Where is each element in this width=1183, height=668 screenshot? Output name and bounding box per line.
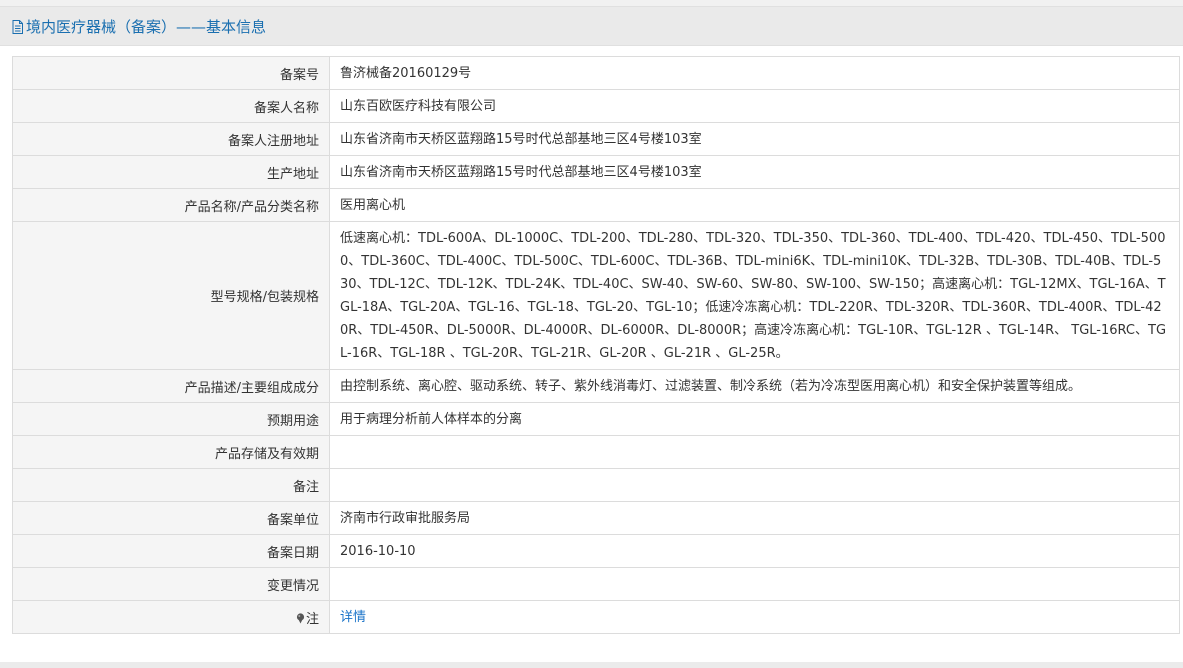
field-value	[329, 468, 1180, 502]
table-row: 变更情况	[12, 567, 1180, 601]
field-value: 2016-10-10	[329, 534, 1180, 568]
field-value: 山东省济南市天桥区蓝翔路15号时代总部基地三区4号楼103室	[329, 155, 1180, 189]
field-label: 备案单位	[12, 501, 330, 535]
table-row: 生产地址 山东省济南市天桥区蓝翔路15号时代总部基地三区4号楼103室	[12, 155, 1180, 189]
field-label: 备案号	[12, 56, 330, 90]
details-link[interactable]: 详情	[340, 610, 366, 625]
note-row: 注 详情	[12, 600, 1180, 634]
field-label: 预期用途	[12, 402, 330, 436]
field-value: 用于病理分析前人体样本的分离	[329, 402, 1180, 436]
field-label: 型号规格/包装规格	[12, 221, 330, 370]
field-label: 备案人名称	[12, 89, 330, 123]
table-row: 预期用途 用于病理分析前人体样本的分离	[12, 402, 1180, 436]
table-row: 备案日期 2016-10-10	[12, 534, 1180, 568]
field-label: 备注	[12, 468, 330, 502]
table-row: 备案人名称 山东百欧医疗科技有限公司	[12, 89, 1180, 123]
field-label: 备案人注册地址	[12, 122, 330, 156]
field-label: 变更情况	[12, 567, 330, 601]
field-value: 鲁济械备20160129号	[329, 56, 1180, 90]
field-value: 山东省济南市天桥区蓝翔路15号时代总部基地三区4号楼103室	[329, 122, 1180, 156]
page-title-text: 境内医疗器械（备案）——基本信息	[26, 18, 267, 36]
field-value: 医用离心机	[329, 188, 1180, 222]
table-row: 型号规格/包装规格 低速离心机：TDL-600A、DL-1000C、TDL-20…	[12, 221, 1180, 370]
field-value	[329, 567, 1180, 601]
field-value: 低速离心机：TDL-600A、DL-1000C、TDL-200、TDL-280、…	[329, 221, 1180, 370]
field-label: 产品名称/产品分类名称	[12, 188, 330, 222]
table-row: 产品名称/产品分类名称 医用离心机	[12, 188, 1180, 222]
note-value: 详情	[329, 600, 1180, 634]
page-header: 境内医疗器械（备案）——基本信息	[0, 6, 1183, 46]
bottom-bar	[0, 662, 1183, 668]
field-label: 产品存储及有效期	[12, 435, 330, 469]
field-value: 济南市行政审批服务局	[329, 501, 1180, 535]
table-row: 备案单位 济南市行政审批服务局	[12, 501, 1180, 535]
field-label: 生产地址	[12, 155, 330, 189]
table-row: 备案号 鲁济械备20160129号	[12, 56, 1180, 90]
document-icon	[12, 19, 23, 34]
table-row: 备案人注册地址 山东省济南市天桥区蓝翔路15号时代总部基地三区4号楼103室	[12, 122, 1180, 156]
field-value: 山东百欧医疗科技有限公司	[329, 89, 1180, 123]
field-label: 产品描述/主要组成成分	[12, 369, 330, 403]
field-label: 备案日期	[12, 534, 330, 568]
table-row: 产品描述/主要组成成分 由控制系统、离心腔、驱动系统、转子、紫外线消毒灯、过滤装…	[12, 369, 1180, 403]
info-panel: 备案号 鲁济械备20160129号 备案人名称 山东百欧医疗科技有限公司 备案人…	[0, 46, 1183, 662]
field-value	[329, 435, 1180, 469]
table-row: 备注	[12, 468, 1180, 502]
info-table: 备案号 鲁济械备20160129号 备案人名称 山东百欧医疗科技有限公司 备案人…	[12, 56, 1180, 634]
page-title: 境内医疗器械（备案）——基本信息	[12, 16, 266, 37]
table-row: 产品存储及有效期	[12, 435, 1180, 469]
pin-icon	[296, 612, 305, 623]
field-value: 由控制系统、离心腔、驱动系统、转子、紫外线消毒灯、过滤装置、制冷系统（若为冷冻型…	[329, 369, 1180, 403]
note-label-text: 注	[305, 611, 319, 627]
note-label: 注	[12, 600, 330, 634]
